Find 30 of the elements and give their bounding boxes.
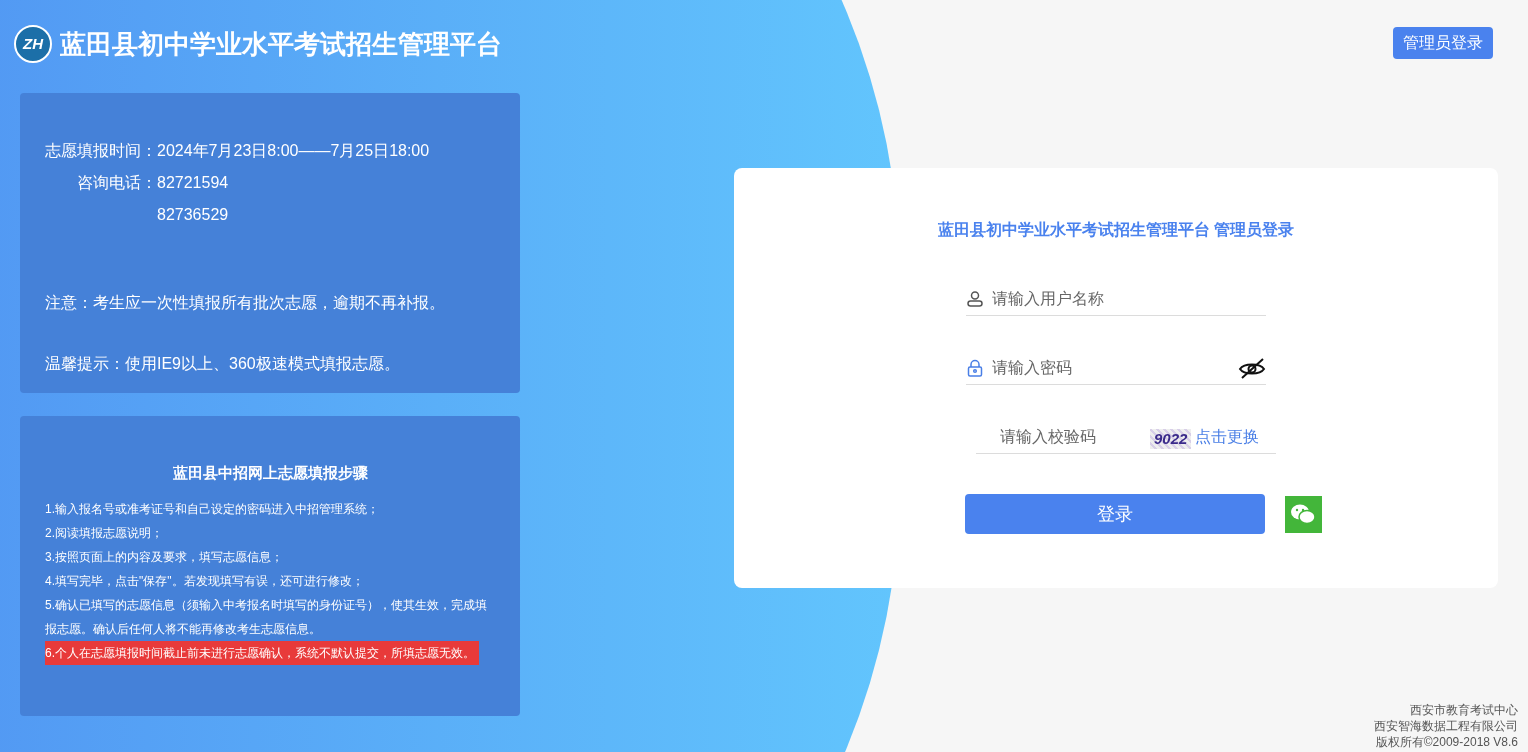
password-field[interactable]: 请输入密码 bbox=[992, 356, 1230, 380]
step-text: 5.确认已填写的志愿信息（须输入中考报名时填写的身份证号），使其生效，完成填报志愿。确认后任何人将不能再修改考生志愿信息。 bbox=[45, 596, 488, 638]
captcha-image: 9022 bbox=[1150, 429, 1192, 449]
step-text: 1.输入报名号或准考证号和自己设定的密码进入中招管理系统； bbox=[45, 500, 380, 518]
info-label: 咨询电话： bbox=[76, 173, 157, 193]
login-title: 蓝田县初中学业水平考试招生管理平台 管理员登录 bbox=[937, 220, 1295, 240]
footer-text: 版权所有©2009-2018 V8.6 bbox=[1375, 734, 1518, 750]
lock-icon bbox=[966, 359, 984, 377]
footer-text: 西安市教育考试中心 bbox=[1410, 702, 1518, 718]
admin-login-button[interactable]: 管理员登录 bbox=[1393, 27, 1493, 59]
wechat-icon[interactable] bbox=[1285, 495, 1322, 533]
eye-off-icon[interactable] bbox=[1238, 357, 1266, 379]
username-field[interactable]: 请输入用户名称 bbox=[992, 287, 1266, 311]
step-text: 6.个人在志愿填报时间截止前未进行志愿确认，系统不默认提交，所填志愿无效。 bbox=[45, 640, 479, 665]
tip-text: 温馨提示：使用IE9以上、360极速模式填报志愿。 bbox=[45, 354, 401, 374]
info-label: 志愿填报时间： bbox=[45, 141, 157, 161]
info-value: 82721594 bbox=[157, 173, 229, 193]
step-text: 4.填写完毕，点击"保存"。若发现填写有误，还可进行修改； bbox=[45, 572, 365, 590]
info-value: 2024年7月23日8:00——7月25日18:00 bbox=[157, 141, 430, 161]
site-title: 蓝田县初中学业水平考试招生管理平台 bbox=[60, 27, 502, 61]
steps-title: 蓝田县中招网上志愿填报步骤 bbox=[171, 463, 369, 483]
refresh-captcha-link[interactable]: 点击更换 bbox=[1195, 425, 1260, 449]
step-text: 3.按照页面上的内容及要求，填写志愿信息； bbox=[45, 548, 284, 566]
login-button[interactable]: 登录 bbox=[965, 494, 1265, 534]
notice-text: 注意：考生应一次性填报所有批次志愿，逾期不再补报。 bbox=[45, 293, 446, 313]
footer-text: 西安智海数据工程有限公司 bbox=[1374, 718, 1518, 734]
info-value: 82736529 bbox=[157, 205, 229, 225]
step-text: 2.阅读填报志愿说明； bbox=[45, 524, 164, 542]
captcha-field[interactable]: 请输入校验码 bbox=[976, 425, 1146, 449]
user-icon bbox=[966, 290, 984, 308]
